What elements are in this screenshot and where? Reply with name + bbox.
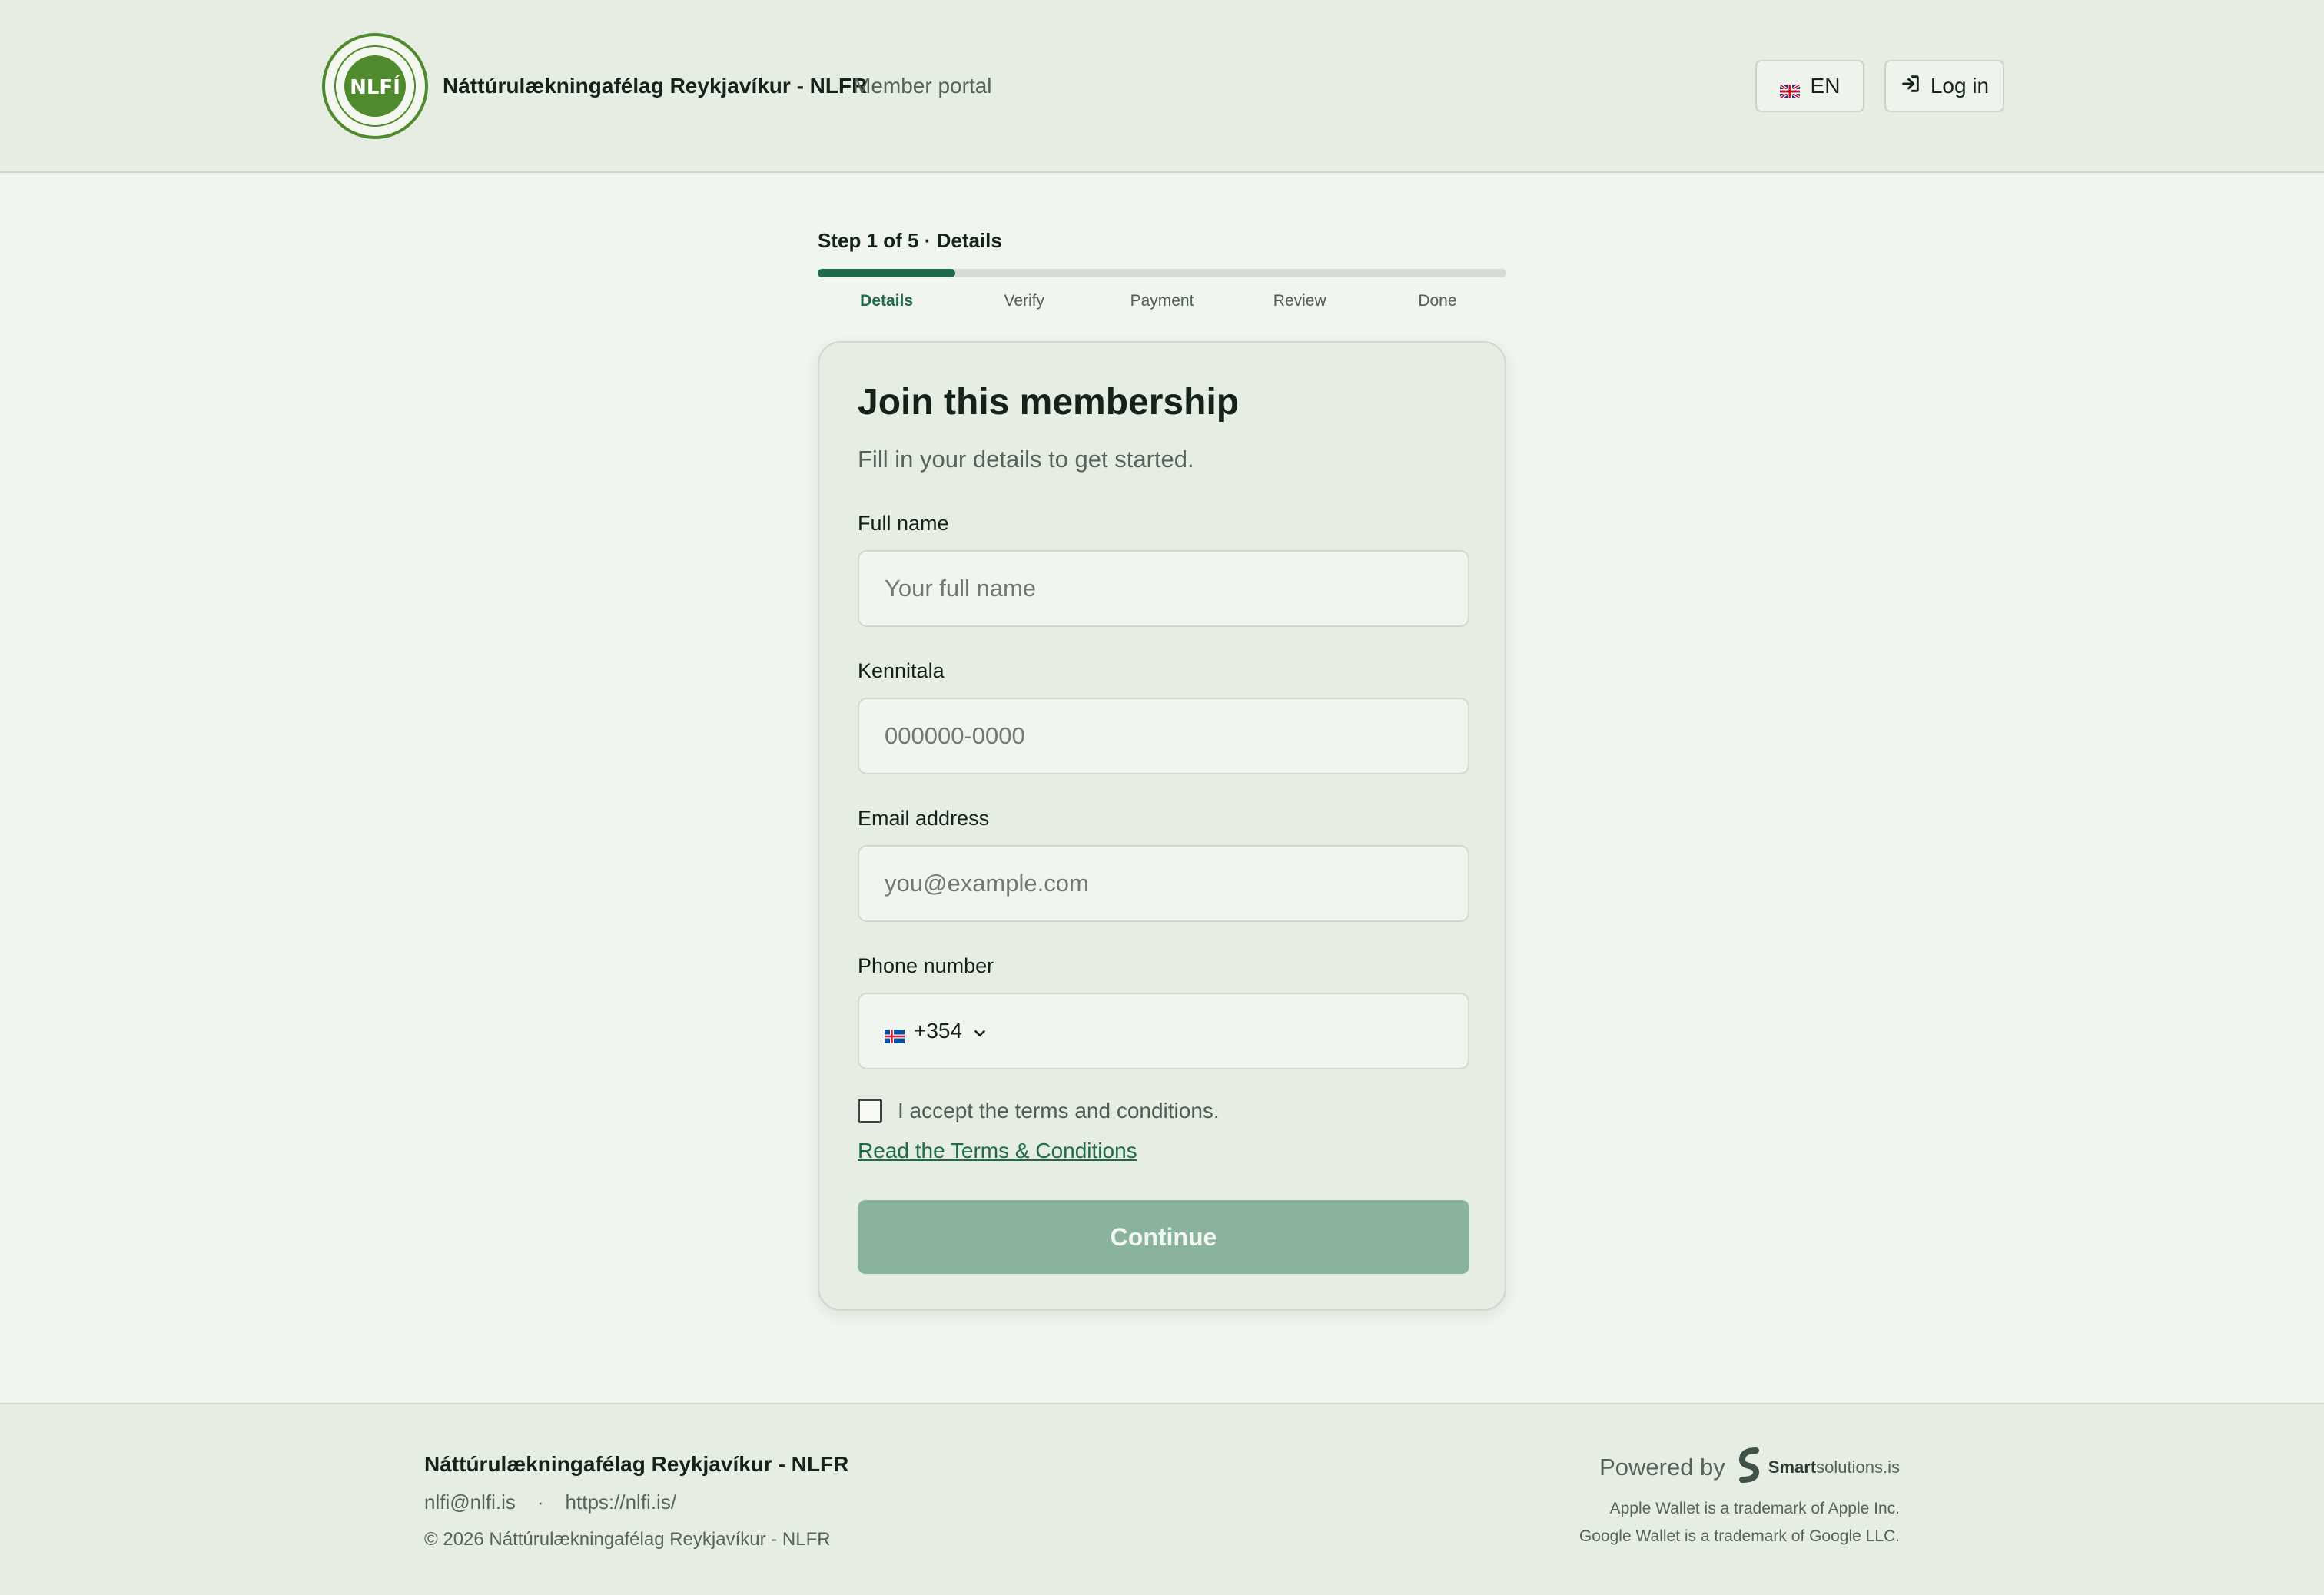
language-button[interactable]: EN [1755,60,1864,112]
site-footer: Náttúrulækningafélag Reykjavíkur - NLFR … [0,1403,2324,1595]
footer-copyright: © 2026 Náttúrulækningafélag Reykjavíkur … [424,1529,831,1550]
iceland-flag-icon [885,1024,905,1043]
google-trademark: Google Wallet is a trademark of Google L… [1579,1527,1900,1545]
kennitala-placeholder: 000000-0000 [885,722,1025,749]
powered-by: Powered by Smartsolutions.is [1599,1447,1900,1487]
step-label-review: Review [1273,292,1326,310]
smartsolutions-mark-icon [1736,1447,1762,1487]
email-label: Email address [858,807,990,830]
smart-brand-rest: solutions.is [1816,1457,1900,1477]
step-progress-bar [818,269,1506,277]
step-labels: Details Verify Payment Review Done [818,292,1506,315]
country-code-select[interactable]: +354 [885,1019,988,1043]
step-label-verify: Verify [1004,292,1045,310]
email-placeholder: you@example.com [885,870,1089,897]
country-code-value: +354 [914,1019,963,1043]
full-name-label: Full name [858,512,949,535]
step-label-done: Done [1418,292,1457,310]
terms-link[interactable]: Read the Terms & Conditions [858,1139,1137,1163]
step-label-details: Details [860,292,914,310]
footer-website-link[interactable]: https://nlfi.is/ [566,1491,677,1514]
svg-text:NLFÍ: NLFÍ [350,75,400,99]
login-label: Log in [1930,74,1990,98]
form-subtitle: Fill in your details to get started. [858,446,1194,473]
phone-label: Phone number [858,954,994,977]
phone-input[interactable]: +354 [858,993,1469,1069]
footer-separator: · [536,1491,544,1514]
nlfi-logo[interactable]: NLFÍ [321,32,429,140]
smartsolutions-logo[interactable]: Smartsolutions.is [1736,1447,1900,1487]
powered-by-label: Powered by [1599,1454,1725,1481]
email-input[interactable]: you@example.com [858,845,1469,922]
header-org-name: Náttúrulækningafélag Reykjavíkur - NLFR [443,74,868,98]
terms-checkbox[interactable] [858,1099,882,1123]
form-title: Join this membership [858,382,1240,423]
terms-label[interactable]: I accept the terms and conditions. [898,1099,1220,1123]
step-label-payment: Payment [1130,292,1194,310]
step-progress-fill [818,269,956,277]
login-button[interactable]: Log in [1884,60,2004,112]
kennitala-input[interactable]: 000000-0000 [858,698,1469,774]
full-name-input[interactable]: Your full name [858,550,1469,627]
terms-row: I accept the terms and conditions. [858,1099,1220,1123]
membership-form-card: Join this membership Fill in your detail… [818,341,1506,1311]
apple-trademark: Apple Wallet is a trademark of Apple Inc… [1609,1500,1900,1517]
login-icon [1900,73,1921,100]
chevron-down-icon [971,1023,988,1040]
kennitala-label: Kennitala [858,659,945,682]
footer-email-link[interactable]: nlfi@nlfi.is [424,1491,516,1514]
site-header: NLFÍ Náttúrulækningafélag Reykjavíkur - … [0,0,2324,173]
language-label: EN [1810,74,1841,98]
full-name-placeholder: Your full name [885,575,1037,602]
step-title: Step 1 of 5 · Details [818,229,1002,252]
footer-org-name: Náttúrulækningafélag Reykjavíkur - NLFR [424,1452,849,1476]
member-portal-label: Member portal [853,74,992,98]
continue-button[interactable]: Continue [858,1200,1469,1274]
footer-contact: nlfi@nlfi.is · https://nlfi.is/ [424,1491,676,1514]
smart-brand-bold: Smart [1768,1457,1817,1477]
uk-flag-icon [1778,79,1801,100]
